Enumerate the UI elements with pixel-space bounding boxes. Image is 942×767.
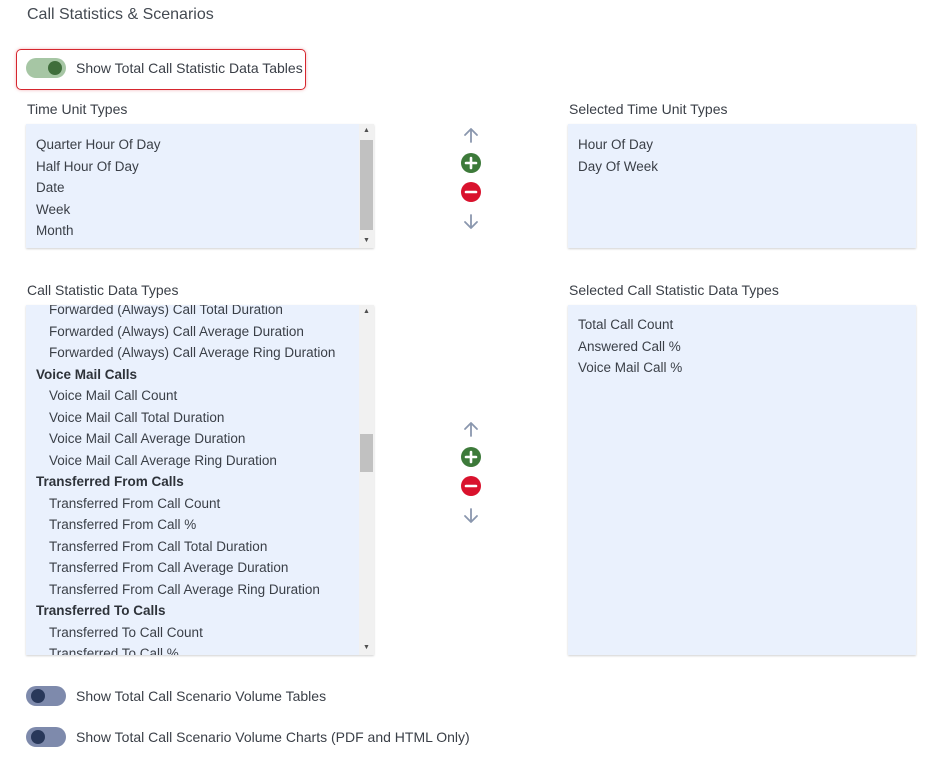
- selected-call-statistic-data-types-list[interactable]: Total Call Count Answered Call % Voice Mai…: [568, 305, 916, 655]
- arrow-up-icon: [462, 126, 480, 144]
- list-item[interactable]: Half Hour Of Day: [26, 156, 374, 178]
- arrow-down-icon: [462, 507, 480, 525]
- list-item[interactable]: Voice Mail Call Average Ring Duration: [26, 450, 374, 472]
- time-unit-remove-button[interactable]: [459, 181, 483, 203]
- total-data-tables-label: Show Total Call Statistic Data Tables: [76, 60, 303, 76]
- total-data-tables-switch[interactable]: [26, 58, 66, 78]
- time-unit-scrollbar[interactable]: ▲ ▼: [359, 124, 374, 248]
- list-item[interactable]: Voice Mail Call Total Duration: [26, 407, 374, 429]
- list-item[interactable]: Forwarded (Always) Call Average Duration: [26, 321, 374, 343]
- switch-knob: [48, 61, 62, 75]
- data-type-move-down-button[interactable]: [459, 505, 483, 527]
- call-statistic-data-types-label: Call Statistic Data Types: [27, 282, 179, 298]
- selected-call-statistic-data-types-label: Selected Call Statistic Data Types: [569, 282, 779, 298]
- time-unit-move-down-button[interactable]: [459, 211, 483, 233]
- list-item[interactable]: Total Call Count: [568, 314, 916, 336]
- arrow-down-icon: [462, 213, 480, 231]
- scroll-down-arrow-icon[interactable]: ▼: [359, 234, 374, 248]
- scroll-thumb[interactable]: [360, 140, 373, 230]
- scenario-volume-tables-label: Show Total Call Scenario Volume Tables: [76, 688, 327, 704]
- call-statistic-data-types-list[interactable]: Forwarded (Always) Call Total Duration Fo…: [26, 305, 374, 655]
- switch-knob: [31, 689, 45, 703]
- total-data-tables-toggle-row[interactable]: Show Total Call Statistic Data Tables: [26, 58, 303, 78]
- list-item[interactable]: Transferred From Call Average Ring Durat…: [26, 579, 374, 601]
- scenario-volume-charts-switch[interactable]: [26, 727, 66, 747]
- minus-circle-icon: [460, 181, 482, 203]
- list-item[interactable]: Day Of Week: [568, 156, 916, 178]
- scroll-thumb[interactable]: [360, 434, 373, 472]
- list-item[interactable]: Transferred To Call Count: [26, 622, 374, 644]
- list-item[interactable]: Week: [26, 199, 374, 221]
- scroll-up-arrow-icon[interactable]: ▲: [359, 124, 374, 138]
- selected-time-unit-types-label: Selected Time Unit Types: [569, 101, 728, 117]
- list-item[interactable]: Forwarded (Always) Call Average Ring Dur…: [26, 342, 374, 364]
- list-item[interactable]: Transferred From Call Count: [26, 493, 374, 515]
- scroll-down-arrow-icon[interactable]: ▼: [359, 641, 374, 655]
- selected-time-unit-types-list[interactable]: Hour Of Day Day Of Week: [568, 124, 916, 248]
- scroll-up-arrow-icon[interactable]: ▲: [359, 305, 374, 319]
- data-types-scrollbar[interactable]: ▲ ▼: [359, 305, 374, 655]
- list-item[interactable]: Hour Of Day: [568, 134, 916, 156]
- list-item[interactable]: Quarter Hour Of Day: [26, 134, 374, 156]
- time-unit-types-list[interactable]: Quarter Hour Of Day Half Hour Of Day Date W…: [26, 124, 374, 248]
- time-unit-add-button[interactable]: [459, 152, 483, 174]
- arrow-up-icon: [462, 420, 480, 438]
- switch-knob: [31, 730, 45, 744]
- list-item[interactable]: Transferred From Call Total Duration: [26, 536, 374, 558]
- list-item[interactable]: Voice Mail Call Count: [26, 385, 374, 407]
- list-item[interactable]: Voice Mail Call Average Duration: [26, 428, 374, 450]
- scenario-volume-charts-toggle-row[interactable]: Show Total Call Scenario Volume Charts (…: [26, 727, 470, 747]
- scenario-volume-tables-toggle-row[interactable]: Show Total Call Scenario Volume Tables: [26, 686, 326, 706]
- time-unit-move-up-button[interactable]: [459, 124, 483, 146]
- scenario-volume-charts-label: Show Total Call Scenario Volume Charts (…: [76, 729, 470, 745]
- list-item[interactable]: Answered Call %: [568, 336, 916, 358]
- list-group-header[interactable]: Transferred To Calls: [26, 600, 374, 622]
- data-type-add-button[interactable]: [459, 446, 483, 468]
- list-item[interactable]: Transferred To Call %: [26, 643, 374, 655]
- plus-circle-icon: [460, 152, 482, 174]
- time-unit-types-label: Time Unit Types: [27, 101, 128, 117]
- data-type-remove-button[interactable]: [459, 475, 483, 497]
- list-item[interactable]: Forwarded (Always) Call Total Duration: [26, 305, 374, 321]
- list-group-header[interactable]: Transferred From Calls: [26, 471, 374, 493]
- list-item[interactable]: Voice Mail Call %: [568, 357, 916, 379]
- page-title: Call Statistics & Scenarios: [27, 6, 214, 23]
- list-item[interactable]: Date: [26, 177, 374, 199]
- scenario-volume-tables-switch[interactable]: [26, 686, 66, 706]
- minus-circle-icon: [460, 475, 482, 497]
- list-group-header[interactable]: Voice Mail Calls: [26, 364, 374, 386]
- plus-circle-icon: [460, 446, 482, 468]
- list-item[interactable]: Month: [26, 220, 374, 242]
- data-type-move-up-button[interactable]: [459, 418, 483, 440]
- list-item[interactable]: Transferred From Call %: [26, 514, 374, 536]
- list-item[interactable]: Transferred From Call Average Duration: [26, 557, 374, 579]
